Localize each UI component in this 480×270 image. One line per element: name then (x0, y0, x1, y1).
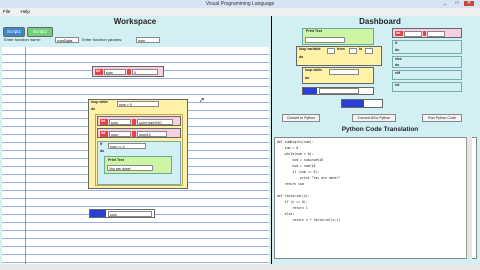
palette-print-input[interactable] (305, 37, 345, 43)
palette-else[interactable]: else do (392, 56, 462, 68)
menu-bar: File Help (0, 8, 480, 16)
palette-int-tag: int (395, 31, 403, 36)
function-params-label: Enter function params: (82, 37, 123, 42)
palette-loop-var-label: loop variable (299, 47, 321, 51)
loop-do-label: do (91, 107, 96, 111)
function-name-label: Enter function name: (4, 37, 41, 42)
function-params-input[interactable]: num (136, 37, 160, 43)
function-name-input[interactable]: sumDigits (55, 37, 79, 43)
palette-if-label: if (395, 41, 398, 45)
palette-else-do-label: do (395, 63, 400, 67)
palette-return-tag (303, 88, 317, 94)
workspace-title: Workspace (113, 17, 157, 26)
if-condition-input[interactable]: sum == 0 (108, 143, 146, 149)
menu-help[interactable]: Help (21, 9, 30, 14)
maximize-button[interactable]: □ (452, 1, 462, 6)
palette-elif[interactable]: elif (392, 70, 462, 80)
palette-loop-while[interactable]: loop while do (302, 67, 374, 84)
return-value-input[interactable]: sum (108, 211, 152, 217)
int-var-name-input[interactable]: sum (104, 69, 126, 75)
line1-type-label: int (101, 119, 106, 123)
palette-if[interactable]: if do (392, 40, 462, 54)
line2-type-tag: int (100, 131, 108, 137)
palette-loop-var-input[interactable] (327, 48, 335, 54)
dashboard-title: Dashboard (359, 17, 401, 26)
int-type-tag: int (95, 69, 103, 75)
loop-int-line-2[interactable]: int num num/10 (97, 128, 181, 138)
tab-script1[interactable]: Script1 (3, 27, 25, 37)
palette-loopvar-do-label: do (299, 55, 304, 59)
loop-body: int sum sum+num%10 int num num/10 if sum… (95, 114, 183, 186)
palette-from-label: from (337, 47, 345, 51)
int-value-input[interactable]: 0 (132, 69, 158, 75)
function-call-tag (342, 100, 364, 107)
menu-file[interactable]: File (3, 9, 10, 14)
canvas-margin-line (25, 47, 26, 267)
palette-print-text[interactable]: Print Text (302, 28, 374, 45)
window-title: Visual Programming Language (205, 1, 275, 7)
convert-all-to-python-button[interactable]: Convert All to Python (352, 114, 396, 122)
palette-ret[interactable]: ret (392, 82, 462, 92)
palette-function-call[interactable] (341, 99, 383, 108)
loop-while-label: loop while (91, 100, 109, 104)
return-tag (90, 210, 106, 217)
loop-condition-input[interactable]: num > 0 (117, 101, 159, 107)
palette-int-name-input[interactable] (404, 31, 422, 37)
palette-int-label: int (396, 30, 401, 35)
line2-expr-input[interactable]: num/10 (137, 131, 167, 137)
palette-from-input[interactable] (349, 48, 357, 54)
palette-int-eq-tag (423, 31, 426, 36)
tab-script2[interactable]: Script2 (27, 27, 53, 37)
palette-loop-while-do-label: do (305, 76, 310, 80)
mouse-cursor-icon: ➚ (199, 97, 205, 104)
palette-return-input[interactable] (319, 88, 359, 94)
palette-return[interactable] (302, 87, 374, 95)
window-titlebar: Visual Programming Language _ □ ✕ (0, 0, 480, 8)
palette-int-value-input[interactable] (427, 31, 445, 37)
if-block[interactable]: if sum == 0 do Print Text You are done! (97, 141, 181, 185)
return-block[interactable]: sum (89, 209, 155, 218)
minimize-button[interactable]: _ (440, 1, 450, 6)
if-do-label: do (100, 149, 105, 153)
if-label: if (100, 142, 103, 146)
palette-if-do-label: do (395, 48, 400, 52)
palette-ret-label: ret (395, 83, 400, 87)
palette-elif-label: elif (395, 71, 401, 75)
int-declaration-block[interactable]: int sum 0 (92, 66, 164, 77)
print-text-label: Print Text (108, 158, 124, 162)
line2-var-input[interactable]: num (109, 131, 131, 137)
python-code-area[interactable]: def sumDigits(num): sum = 0 while(num > … (274, 137, 477, 259)
close-button[interactable]: ✕ (464, 1, 474, 6)
palette-int[interactable]: int (392, 28, 462, 38)
loop-while-block[interactable]: loop while num > 0 do int sum sum+num%10… (88, 99, 188, 189)
line1-eq-tag (132, 119, 136, 125)
print-text-input[interactable]: You are done! (107, 165, 153, 171)
int-type-label: int (96, 69, 101, 73)
palette-else-label: else (395, 57, 402, 61)
line1-var-input[interactable]: sum (109, 119, 131, 125)
line1-expr-input[interactable]: sum+num%10 (137, 119, 173, 125)
line1-type-tag: int (100, 119, 108, 125)
line2-type-label: int (101, 131, 106, 135)
print-text-block[interactable]: Print Text You are done! (104, 156, 172, 174)
int-eq-tag (127, 69, 131, 75)
line2-eq-tag (132, 131, 136, 137)
code-scrollbar[interactable] (466, 137, 472, 259)
convert-to-python-button[interactable]: Convert to Python (282, 114, 320, 122)
palette-to-input[interactable] (365, 48, 373, 54)
loop-int-line-1[interactable]: int sum sum+num%10 (97, 116, 181, 126)
palette-print-text-label: Print Text (306, 29, 322, 33)
status-bar (0, 264, 480, 270)
palette-to-label: to (359, 47, 363, 51)
palette-loop-while-input[interactable] (329, 69, 359, 75)
run-python-code-button[interactable]: Run Python Code (422, 114, 462, 122)
palette-loop-variable[interactable]: loop variable from to do (296, 46, 382, 66)
palette-loop-while-label: loop while (305, 68, 323, 72)
python-translation-title: Python Code Translation (341, 126, 419, 133)
